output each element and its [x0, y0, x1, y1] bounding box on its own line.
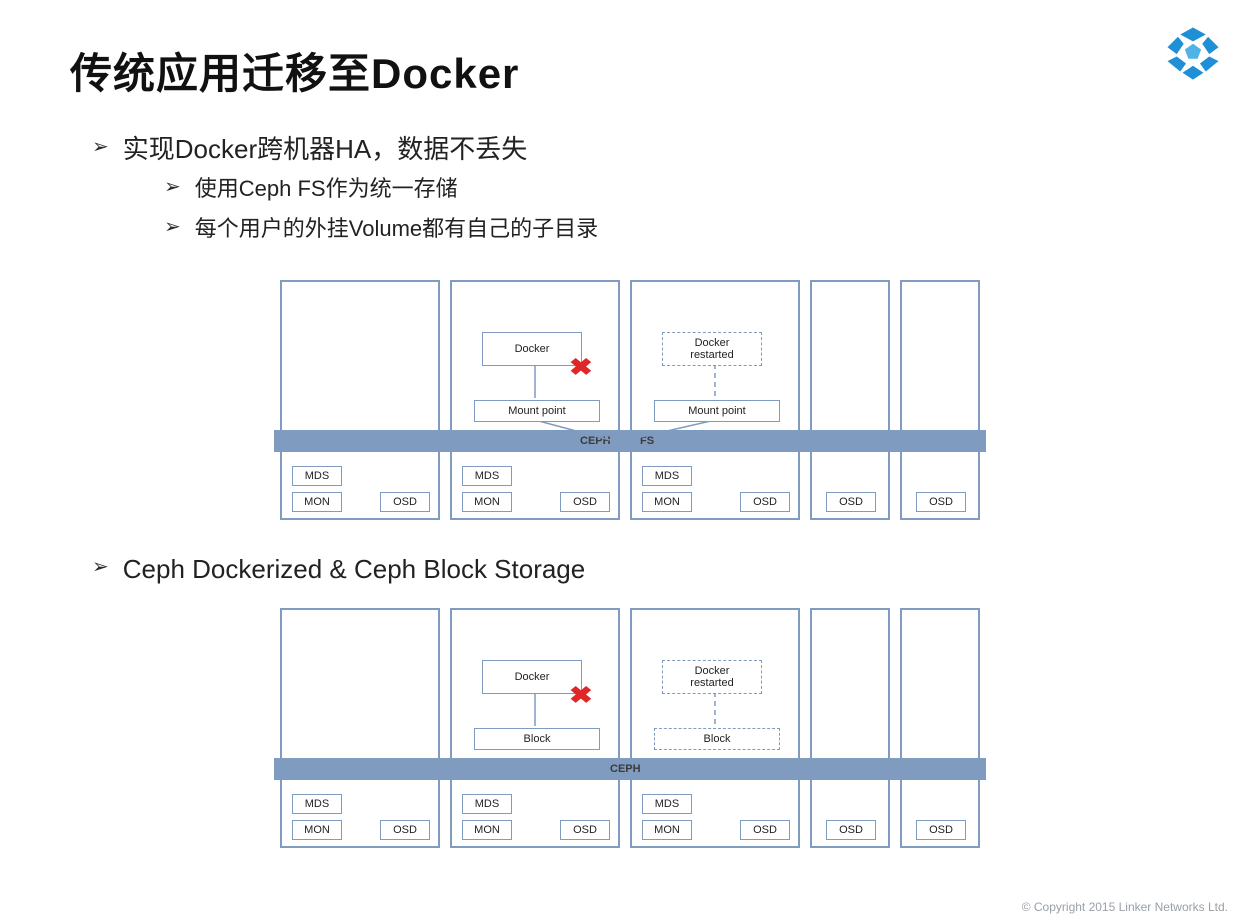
- bullet-text: Ceph Dockerized & Ceph Block Storage: [123, 552, 585, 586]
- bullet-text: 实现Docker跨机器HA，数据不丢失: [123, 132, 527, 166]
- bullet-list-1: ➢ 实现Docker跨机器HA，数据不丢失 ➢ 使用Ceph FS作为统一存储 …: [92, 132, 1186, 252]
- host-node-3: Docker restarted Block MDS MON OSD: [630, 608, 800, 848]
- osd-box: OSD: [560, 492, 610, 512]
- chevron-icon: ➢: [164, 172, 181, 202]
- host-node-4: OSD: [810, 280, 890, 520]
- chevron-icon: ➢: [92, 552, 109, 582]
- osd-box: OSD: [826, 820, 876, 840]
- mds-box: MDS: [462, 466, 512, 486]
- mon-box: MON: [462, 820, 512, 840]
- mon-box: MON: [462, 492, 512, 512]
- bullet-text: 使用Ceph FS作为统一存储: [195, 172, 458, 206]
- osd-box: OSD: [560, 820, 610, 840]
- host-node-1: MDS MON OSD: [280, 608, 440, 848]
- mds-box: MDS: [292, 466, 342, 486]
- label: restarted: [690, 677, 733, 689]
- block-box: Block: [474, 728, 600, 750]
- docker-restarted-box: Docker restarted: [662, 332, 762, 366]
- osd-box: OSD: [916, 492, 966, 512]
- diagram-ceph-block: CEPH MDS MON OSD Docker ✖ Block MDS MON …: [280, 608, 980, 848]
- page-title: 传统应用迁移至Docker: [70, 40, 519, 101]
- mon-box: MON: [292, 492, 342, 512]
- mds-box: MDS: [642, 794, 692, 814]
- osd-box: OSD: [916, 820, 966, 840]
- chevron-icon: ➢: [92, 132, 109, 162]
- fs-label: FS: [640, 430, 654, 452]
- copyright-text: © Copyright 2015 Linker Networks Ltd.: [1022, 900, 1228, 914]
- linker-logo-icon: [1164, 24, 1222, 82]
- mon-box: MON: [642, 820, 692, 840]
- mount-point-box: Mount point: [654, 400, 780, 422]
- osd-box: OSD: [740, 820, 790, 840]
- ceph-label: CEPH: [580, 430, 611, 452]
- host-node-4: OSD: [810, 608, 890, 848]
- mon-box: MON: [642, 492, 692, 512]
- failure-icon: ✖: [569, 682, 593, 710]
- failure-icon: ✖: [569, 354, 593, 382]
- osd-box: OSD: [380, 820, 430, 840]
- label: restarted: [690, 349, 733, 361]
- osd-box: OSD: [826, 492, 876, 512]
- osd-box: OSD: [380, 492, 430, 512]
- bullet-text: 每个用户的外挂Volume都有自己的子目录: [195, 212, 598, 246]
- host-node-1: MDS MON OSD: [280, 280, 440, 520]
- chevron-icon: ➢: [164, 212, 181, 242]
- bullet-list-2: ➢ Ceph Dockerized & Ceph Block Storage: [92, 552, 585, 592]
- mds-box: MDS: [292, 794, 342, 814]
- diagram-ceph-fs: CEPH FS MDS MON OSD Docker ✖ Mount point…: [280, 280, 980, 520]
- docker-box: Docker: [482, 660, 582, 694]
- bullet-main-2: ➢ Ceph Dockerized & Ceph Block Storage: [92, 552, 585, 586]
- ceph-label: CEPH: [610, 758, 641, 780]
- host-node-2: Docker ✖ Mount point MDS MON OSD: [450, 280, 620, 520]
- mon-box: MON: [292, 820, 342, 840]
- docker-box: Docker: [482, 332, 582, 366]
- label: Docker: [695, 337, 730, 349]
- host-node-2: Docker ✖ Block MDS MON OSD: [450, 608, 620, 848]
- ceph-bar: [274, 430, 986, 452]
- mds-box: MDS: [462, 794, 512, 814]
- docker-restarted-box: Docker restarted: [662, 660, 762, 694]
- osd-box: OSD: [740, 492, 790, 512]
- host-node-5: OSD: [900, 608, 980, 848]
- block-box-dashed: Block: [654, 728, 780, 750]
- host-node-5: OSD: [900, 280, 980, 520]
- label: Docker: [695, 665, 730, 677]
- bullet-sub-2: ➢ 每个用户的外挂Volume都有自己的子目录: [164, 212, 1186, 246]
- bullet-main-1: ➢ 实现Docker跨机器HA，数据不丢失: [92, 132, 1186, 166]
- mount-point-box: Mount point: [474, 400, 600, 422]
- host-node-3: Docker restarted Mount point MDS MON OSD: [630, 280, 800, 520]
- mds-box: MDS: [642, 466, 692, 486]
- bullet-sub-1: ➢ 使用Ceph FS作为统一存储: [164, 172, 1186, 206]
